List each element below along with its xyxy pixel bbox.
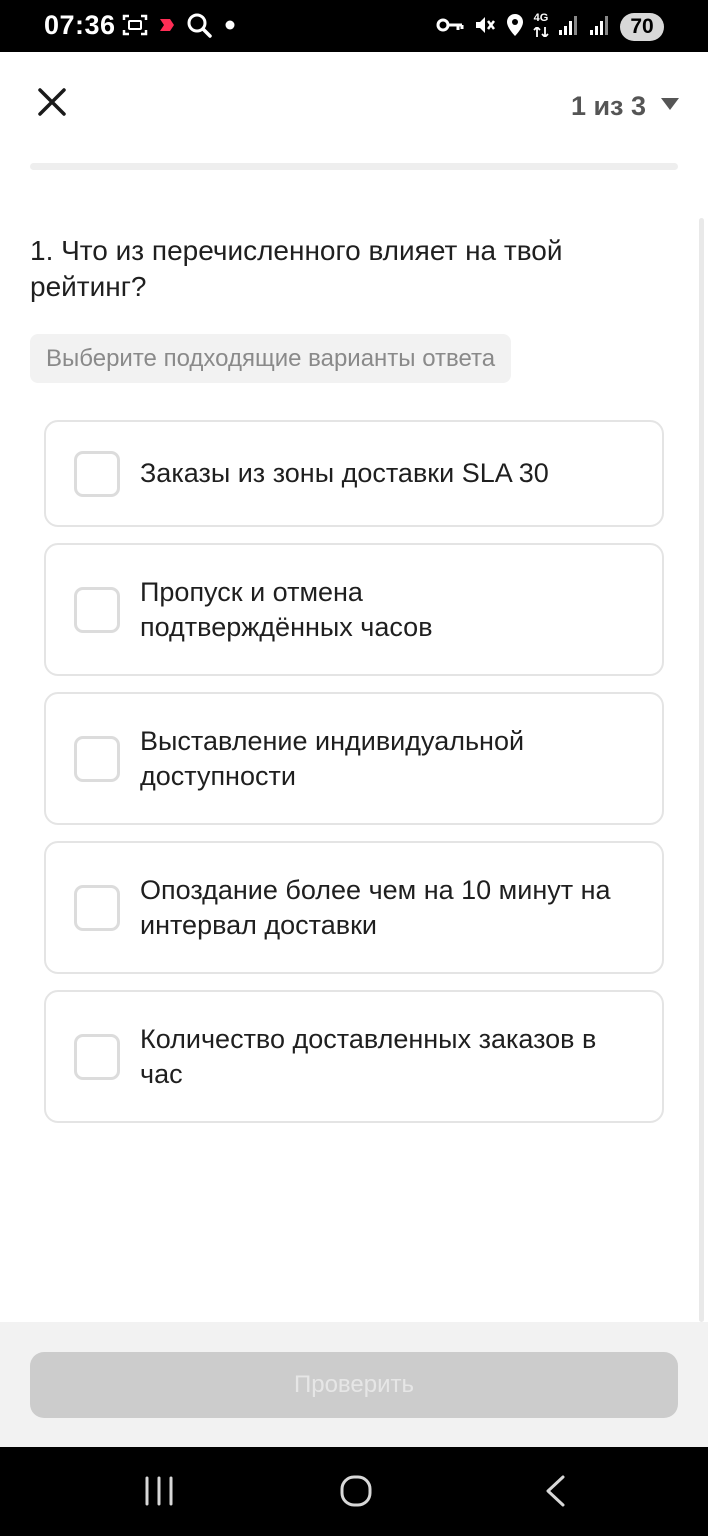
recent-apps-button[interactable] (131, 1465, 187, 1521)
option-item[interactable]: Заказы из зоны доставки SLA 30 (44, 420, 664, 527)
option-item[interactable]: Опоздание более чем на 10 минут на интер… (44, 841, 664, 974)
close-icon (37, 87, 67, 122)
footer: Проверить (0, 1322, 708, 1447)
checkbox[interactable] (74, 735, 120, 782)
signal-icon (558, 14, 580, 41)
network-4g-icon: 4G (533, 12, 549, 42)
page-indicator-text: 1 из 3 (570, 90, 646, 121)
option-label: Выставление индивидуальной доступности (140, 725, 525, 791)
checkbox[interactable] (74, 450, 120, 497)
status-right-icons: 4G 70 (436, 12, 664, 42)
page-indicator-dropdown[interactable]: 1 из 3 (571, 86, 680, 126)
question-title: 1. Что из перечисленного влияет на твой … (30, 235, 563, 302)
option-label: Заказы из зоны доставки SLA 30 (140, 458, 549, 488)
hint-text: Выберите подходящие варианты ответа (46, 344, 496, 372)
triangle-down-icon (660, 97, 680, 116)
battery-icon: 70 (620, 13, 664, 41)
back-icon (543, 1474, 567, 1513)
search-icon (186, 12, 212, 43)
screenshot-icon (122, 13, 148, 42)
back-button[interactable] (527, 1465, 583, 1521)
check-button[interactable]: Проверить (30, 1352, 678, 1418)
option-item[interactable]: Выставление индивидуальной доступности (44, 692, 664, 825)
option-item[interactable]: Пропуск и отмена подтверждённых часов (44, 543, 664, 676)
option-item[interactable]: Количество доставленных заказов в час (44, 990, 664, 1123)
mute-icon (473, 13, 497, 42)
navigation-bar (0, 1447, 708, 1536)
hint-chip: Выберите подходящие варианты ответа (30, 334, 512, 383)
dot-icon (222, 17, 238, 38)
status-left-icons (122, 13, 238, 41)
checkbox[interactable] (74, 586, 120, 633)
progress-bar (30, 163, 678, 170)
signal-icon (589, 14, 611, 41)
option-label: Опоздание более чем на 10 минут на интер… (140, 874, 611, 940)
home-icon (339, 1474, 373, 1513)
home-button[interactable] (328, 1465, 384, 1521)
key-icon (436, 15, 464, 40)
recent-apps-icon (143, 1476, 175, 1511)
close-button[interactable] (30, 82, 74, 126)
location-icon (506, 13, 524, 42)
checkbox[interactable] (74, 884, 120, 931)
options-list: Заказы из зоны доставки SLA 30 Пропуск и… (44, 420, 664, 1123)
checkbox[interactable] (74, 1033, 120, 1080)
app-notification-icon (158, 16, 176, 39)
status-bar: 07:36 4G 70 (0, 0, 708, 52)
status-time: 07:36 (44, 10, 116, 40)
option-label: Количество доставленных заказов в час (140, 1023, 597, 1089)
option-label: Пропуск и отмена подтверждённых часов (140, 576, 433, 642)
scrollbar[interactable] (699, 218, 704, 1322)
